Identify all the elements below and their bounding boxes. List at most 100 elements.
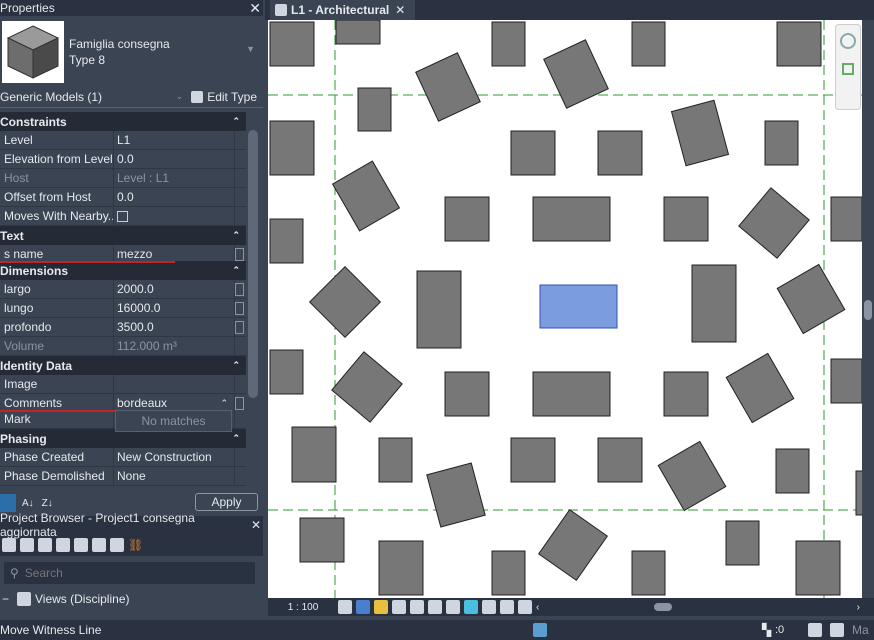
generic-model-element[interactable] [269,21,315,67]
sort-ascending-icon[interactable]: A↓ [22,498,34,509]
link-icon[interactable]: ⛓ [128,538,143,552]
tree-item-views[interactable]: Views (Discipline) [35,592,129,606]
chevron-down-icon[interactable]: ▼ [246,44,255,54]
sort-descending-icon[interactable]: Z↓ [42,498,53,509]
table-icon[interactable] [56,538,70,552]
collapse-icon[interactable]: ⌃ [232,433,240,444]
generic-model-element[interactable] [357,87,392,132]
horizontal-scrollbar[interactable] [539,602,856,612]
property-value[interactable]: 0.0 [114,150,234,168]
vertical-scrollbar[interactable] [862,20,874,598]
selection-filter-icon[interactable]: ▚ [762,623,771,637]
associate-parameter-button[interactable] [235,283,244,296]
generic-model-element[interactable] [291,426,337,483]
drawing-canvas[interactable] [268,20,862,598]
generic-model-element[interactable] [631,550,666,596]
group-icon[interactable] [110,538,124,552]
visual-style-icon[interactable] [356,600,370,614]
property-value[interactable]: New Construction [114,448,234,466]
reveal-hidden-icon[interactable] [464,600,478,614]
generic-model-element[interactable] [426,462,486,528]
generic-model-element[interactable] [795,540,841,596]
generic-model-element[interactable] [776,21,822,67]
navigation-bar[interactable] [835,24,861,110]
property-value[interactable]: 3500.0 [114,318,234,336]
generic-model-element[interactable] [335,20,381,45]
generic-model-element[interactable] [510,130,556,176]
generic-model-element[interactable] [269,218,304,264]
generic-model-element[interactable] [597,437,643,483]
close-icon[interactable]: ✕ [395,3,405,17]
associate-parameter-button[interactable] [235,302,244,315]
apply-button[interactable]: Apply [195,493,258,511]
generic-model-element[interactable] [416,270,462,349]
generic-model-element[interactable] [415,52,481,122]
collapse-icon[interactable]: − [2,592,9,606]
generic-model-element[interactable] [776,263,846,335]
sun-path-icon[interactable] [374,600,388,614]
temporary-properties-icon[interactable] [482,600,496,614]
associate-parameter-button[interactable] [235,248,244,261]
generic-model-element[interactable] [725,352,795,424]
generic-model-element[interactable] [331,160,401,232]
scroll-right-icon[interactable]: › [857,602,860,613]
generic-model-element[interactable] [378,540,424,596]
filter-icon[interactable] [830,623,844,637]
property-value[interactable]: None [114,467,234,485]
property-value[interactable]: L1 [114,131,234,149]
home-icon[interactable] [2,538,16,552]
generic-model-element[interactable] [532,371,611,417]
section-header[interactable]: Dimensions ⌃ [0,261,246,280]
generic-model-element[interactable] [631,21,666,67]
generic-model-element[interactable] [308,265,382,339]
generic-model-element[interactable] [510,437,556,483]
generic-model-element[interactable] [378,437,413,483]
property-value[interactable] [114,207,234,225]
generic-model-element[interactable] [663,371,709,417]
collapse-icon[interactable]: ⌃ [232,360,240,371]
generic-model-element[interactable] [299,517,345,563]
generic-model-element[interactable] [532,196,611,242]
generic-model-element[interactable] [663,196,709,242]
generic-model-element[interactable] [269,120,315,176]
property-value[interactable]: 0.0 [114,188,234,206]
generic-model-element[interactable] [775,448,810,494]
generic-model-element[interactable] [725,520,760,566]
generic-model-element[interactable] [830,358,862,404]
temporary-hide-icon[interactable] [446,600,460,614]
crop-region-icon[interactable] [428,600,442,614]
scale-selector[interactable]: 1 : 100 [268,602,338,613]
plan-view[interactable] [268,20,862,598]
type-selector[interactable]: Famiglia consegna Type 8 ▼ [0,16,263,88]
checkbox[interactable] [117,211,128,223]
chevron-down-icon[interactable]: ⌄ [176,91,184,102]
collapse-icon[interactable]: ⌃ [232,265,240,276]
generic-model-element[interactable] [657,440,727,512]
collapse-icon[interactable]: ⌃ [232,116,240,127]
tab-l1-architectural[interactable]: L1 - Architectural ✕ [270,0,415,20]
detail-level-icon[interactable] [338,600,352,614]
generic-model-element[interactable] [691,264,737,343]
crop-view-icon[interactable] [410,600,424,614]
section-header[interactable]: Identity Data ⌃ [0,356,246,375]
worksets-icon[interactable] [533,623,547,637]
view-icon[interactable] [20,538,34,552]
close-icon[interactable]: ✕ [249,0,261,17]
zoom-icon[interactable] [842,63,854,75]
categorize-icon[interactable] [0,494,16,512]
shadows-icon[interactable] [392,600,406,614]
generic-model-element[interactable] [331,351,403,423]
scrollbar[interactable] [248,130,258,398]
property-value[interactable]: 2000.0 [114,280,234,298]
collapse-icon[interactable]: ⌃ [232,230,240,241]
edit-type-button[interactable]: Edit Type [207,90,257,104]
generic-model-element[interactable] [269,349,304,395]
worksharing-icon[interactable] [500,600,514,614]
category-filter[interactable]: Generic Models (1) [0,90,102,104]
analytical-icon[interactable] [518,600,532,614]
associate-parameter-button[interactable] [235,321,244,334]
section-header[interactable]: Text ⌃ [0,226,246,245]
search-input[interactable] [24,566,225,580]
steering-wheel-icon[interactable] [840,33,856,49]
generic-model-element[interactable] [738,187,810,259]
